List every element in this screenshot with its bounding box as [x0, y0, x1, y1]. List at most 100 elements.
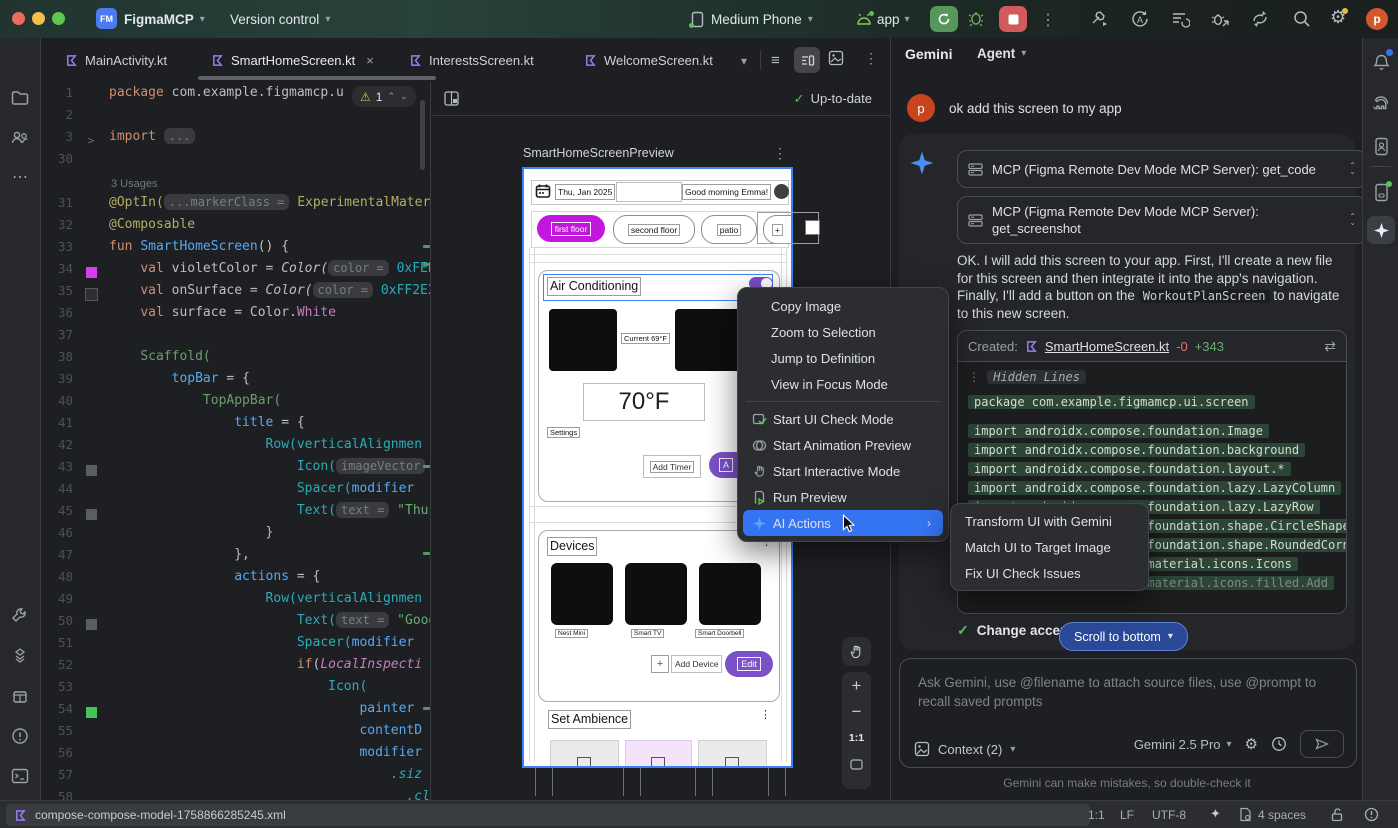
code-view-icon[interactable]: ≡ [771, 52, 780, 69]
editor-options-kebab[interactable]: ⋮ [864, 50, 878, 67]
gradle-elephant-icon[interactable] [1367, 90, 1395, 118]
device-manager-icon[interactable] [1367, 178, 1395, 206]
indent-setting[interactable]: 4 spaces [1258, 808, 1306, 822]
expand-chevrons-icon[interactable]: ⌃⌄ [1349, 163, 1356, 175]
submenu-item-transform-ui[interactable]: Transform UI with Gemini [951, 508, 1148, 534]
maximize-window-button[interactable] [52, 12, 65, 25]
scroll-to-bottom-button[interactable]: Scroll to bottom ▾ [1059, 622, 1188, 651]
status-file-breadcrumb[interactable]: compose-compose-model-1758866285245.xml [6, 804, 1090, 826]
pull-request-sync-icon[interactable] [1250, 9, 1270, 29]
menu-item-view-in-focus-mode[interactable]: View in Focus Mode [738, 371, 948, 397]
project-selector[interactable]: FigmaMCP ▾ [124, 0, 205, 38]
version-control-menu[interactable]: Version control ▾ [230, 0, 330, 38]
user-avatar[interactable]: p [1366, 8, 1388, 30]
device-selector[interactable]: Medium Phone ▾ [690, 0, 813, 38]
zoom-out-button[interactable]: − [842, 699, 871, 725]
devices-card[interactable]: Devices ⋮ Nest Mini Smart TV Smart Doorb… [538, 530, 780, 702]
mcp-call-get-screenshot[interactable]: MCP (Figma Remote Dev Mode MCP Server): … [957, 196, 1367, 244]
sync-list-icon[interactable] [1170, 9, 1190, 29]
design-view-icon[interactable] [827, 49, 845, 67]
expand-chevrons-icon[interactable]: ⌃⌄ [1349, 214, 1356, 226]
model-selector[interactable]: Gemini 2.5 Pro ▾ [1134, 737, 1232, 752]
chip-first-floor[interactable]: first floor [537, 215, 605, 242]
build-icon[interactable] [6, 602, 34, 630]
menu-item-start-interactive-mode[interactable]: Start Interactive Mode [738, 458, 948, 484]
preview-layout-icon[interactable] [443, 90, 460, 107]
split-view-icon[interactable] [794, 47, 820, 73]
search-everywhere-icon[interactable] [1292, 9, 1312, 29]
color-swatch[interactable] [86, 619, 97, 630]
color-swatch[interactable] [86, 509, 97, 520]
more-actions-kebab[interactable]: ⋮ [1040, 10, 1056, 30]
dependencies-icon[interactable] [6, 682, 34, 710]
pan-hand-button[interactable] [842, 637, 871, 666]
ambience-kebab[interactable]: ⋮ [760, 708, 771, 721]
chip-patio[interactable]: patio [701, 215, 757, 244]
code-editor[interactable]: 1package com.example.figmamcp.u23>import… [41, 82, 430, 800]
selection-handle[interactable] [805, 220, 820, 235]
agent-mode-selector[interactable]: Agent ▾ [977, 46, 1026, 61]
tab-list-chevron[interactable]: ▾ [741, 54, 747, 68]
notifications-bell-icon[interactable] [1367, 48, 1395, 76]
open-diff-icon[interactable]: ⇄ [1324, 338, 1336, 355]
users-icon[interactable] [6, 124, 34, 152]
fold-arrow-icon[interactable]: > [88, 134, 95, 147]
zoom-fit-button[interactable] [842, 751, 871, 777]
ai-status-sparkle-icon[interactable]: ✦ [1210, 806, 1221, 822]
stop-button[interactable] [999, 6, 1027, 32]
gemini-tool-window-icon[interactable] [1367, 216, 1395, 244]
problems-icon[interactable] [6, 722, 34, 750]
project-folder-icon[interactable] [6, 84, 34, 112]
tab-interestsscreen[interactable]: InterestsScreen.kt [409, 38, 534, 82]
terminal-icon[interactable] [6, 762, 34, 790]
color-swatch[interactable] [86, 465, 97, 476]
preview-options-kebab[interactable]: ⋮ [773, 145, 787, 162]
created-file-link[interactable]: SmartHomeScreen.kt [1045, 339, 1169, 354]
gemini-settings-gear-icon[interactable]: ⚙ [1245, 735, 1258, 753]
minimize-window-button[interactable] [32, 12, 45, 25]
inspection-widget[interactable]: ⚠ 1 ⌃ ⌄ [352, 86, 416, 107]
profile-avatar[interactable] [774, 184, 789, 199]
run-configuration-selector[interactable]: app ▾ [856, 0, 910, 38]
debug-button[interactable] [966, 8, 986, 28]
menu-item-start-ui-check-mode[interactable]: Start UI Check Mode [738, 406, 948, 432]
settings-gear-icon[interactable]: ⚙ [1330, 7, 1346, 28]
submenu-item-match-ui[interactable]: Match UI to Target Image [951, 534, 1148, 560]
add-device-button[interactable]: Add Device [671, 655, 722, 673]
send-button[interactable] [1300, 730, 1344, 758]
editor-scrollbar[interactable] [420, 100, 425, 170]
unlocked-padlock-icon[interactable] [1330, 807, 1344, 822]
build-run-hammer-icon[interactable] [1090, 9, 1110, 29]
inspections-status-icon[interactable] [1364, 807, 1379, 822]
hidden-lines-row[interactable]: ⋮ Hidden Lines [968, 370, 1346, 389]
zoom-100-button[interactable]: 1:1 [842, 725, 871, 751]
close-tab-icon[interactable]: × [366, 53, 374, 68]
history-clock-icon[interactable] [1271, 736, 1287, 752]
context-attachments[interactable]: Context (2) ▾ [914, 741, 1015, 757]
profiler-icon[interactable]: A [1130, 9, 1150, 29]
menu-item-jump-to-definition[interactable]: Jump to Definition [738, 345, 948, 371]
ac-settings-label[interactable]: Settings [547, 427, 580, 438]
chip-second-floor[interactable]: second floor [613, 215, 695, 244]
line-separator[interactable]: LF [1120, 808, 1134, 822]
edit-button[interactable]: Edit [725, 651, 773, 677]
tab-mainactivity[interactable]: MainActivity.kt [65, 38, 167, 82]
next-issue-chevron[interactable]: ⌄ [400, 91, 408, 102]
running-devices-icon[interactable] [1367, 132, 1395, 160]
menu-item-run-preview[interactable]: Run Preview [738, 484, 948, 510]
prev-issue-chevron[interactable]: ⌃ [387, 91, 395, 102]
color-swatch[interactable] [86, 707, 97, 718]
mcp-call-get-code[interactable]: MCP (Figma Remote Dev Mode MCP Server): … [957, 150, 1367, 188]
more-tool-windows-icon[interactable]: ⋯ [6, 163, 34, 191]
file-encoding[interactable]: UTF-8 [1152, 808, 1186, 822]
zoom-in-button[interactable]: + [842, 672, 871, 699]
menu-item-zoom-to-selection[interactable]: Zoom to Selection [738, 319, 948, 345]
menu-item-copy-image[interactable]: Copy Image [738, 293, 948, 319]
rerun-button[interactable] [930, 6, 958, 32]
caret-position[interactable]: 1:1 [1088, 808, 1105, 822]
gemini-input[interactable]: Ask Gemini, use @filename to attach sour… [918, 673, 1338, 711]
submenu-item-fix-ui-check[interactable]: Fix UI Check Issues [951, 560, 1148, 586]
structure-icon[interactable] [6, 642, 34, 670]
close-window-button[interactable] [12, 12, 25, 25]
menu-item-start-animation-preview[interactable]: Start Animation Preview [738, 432, 948, 458]
